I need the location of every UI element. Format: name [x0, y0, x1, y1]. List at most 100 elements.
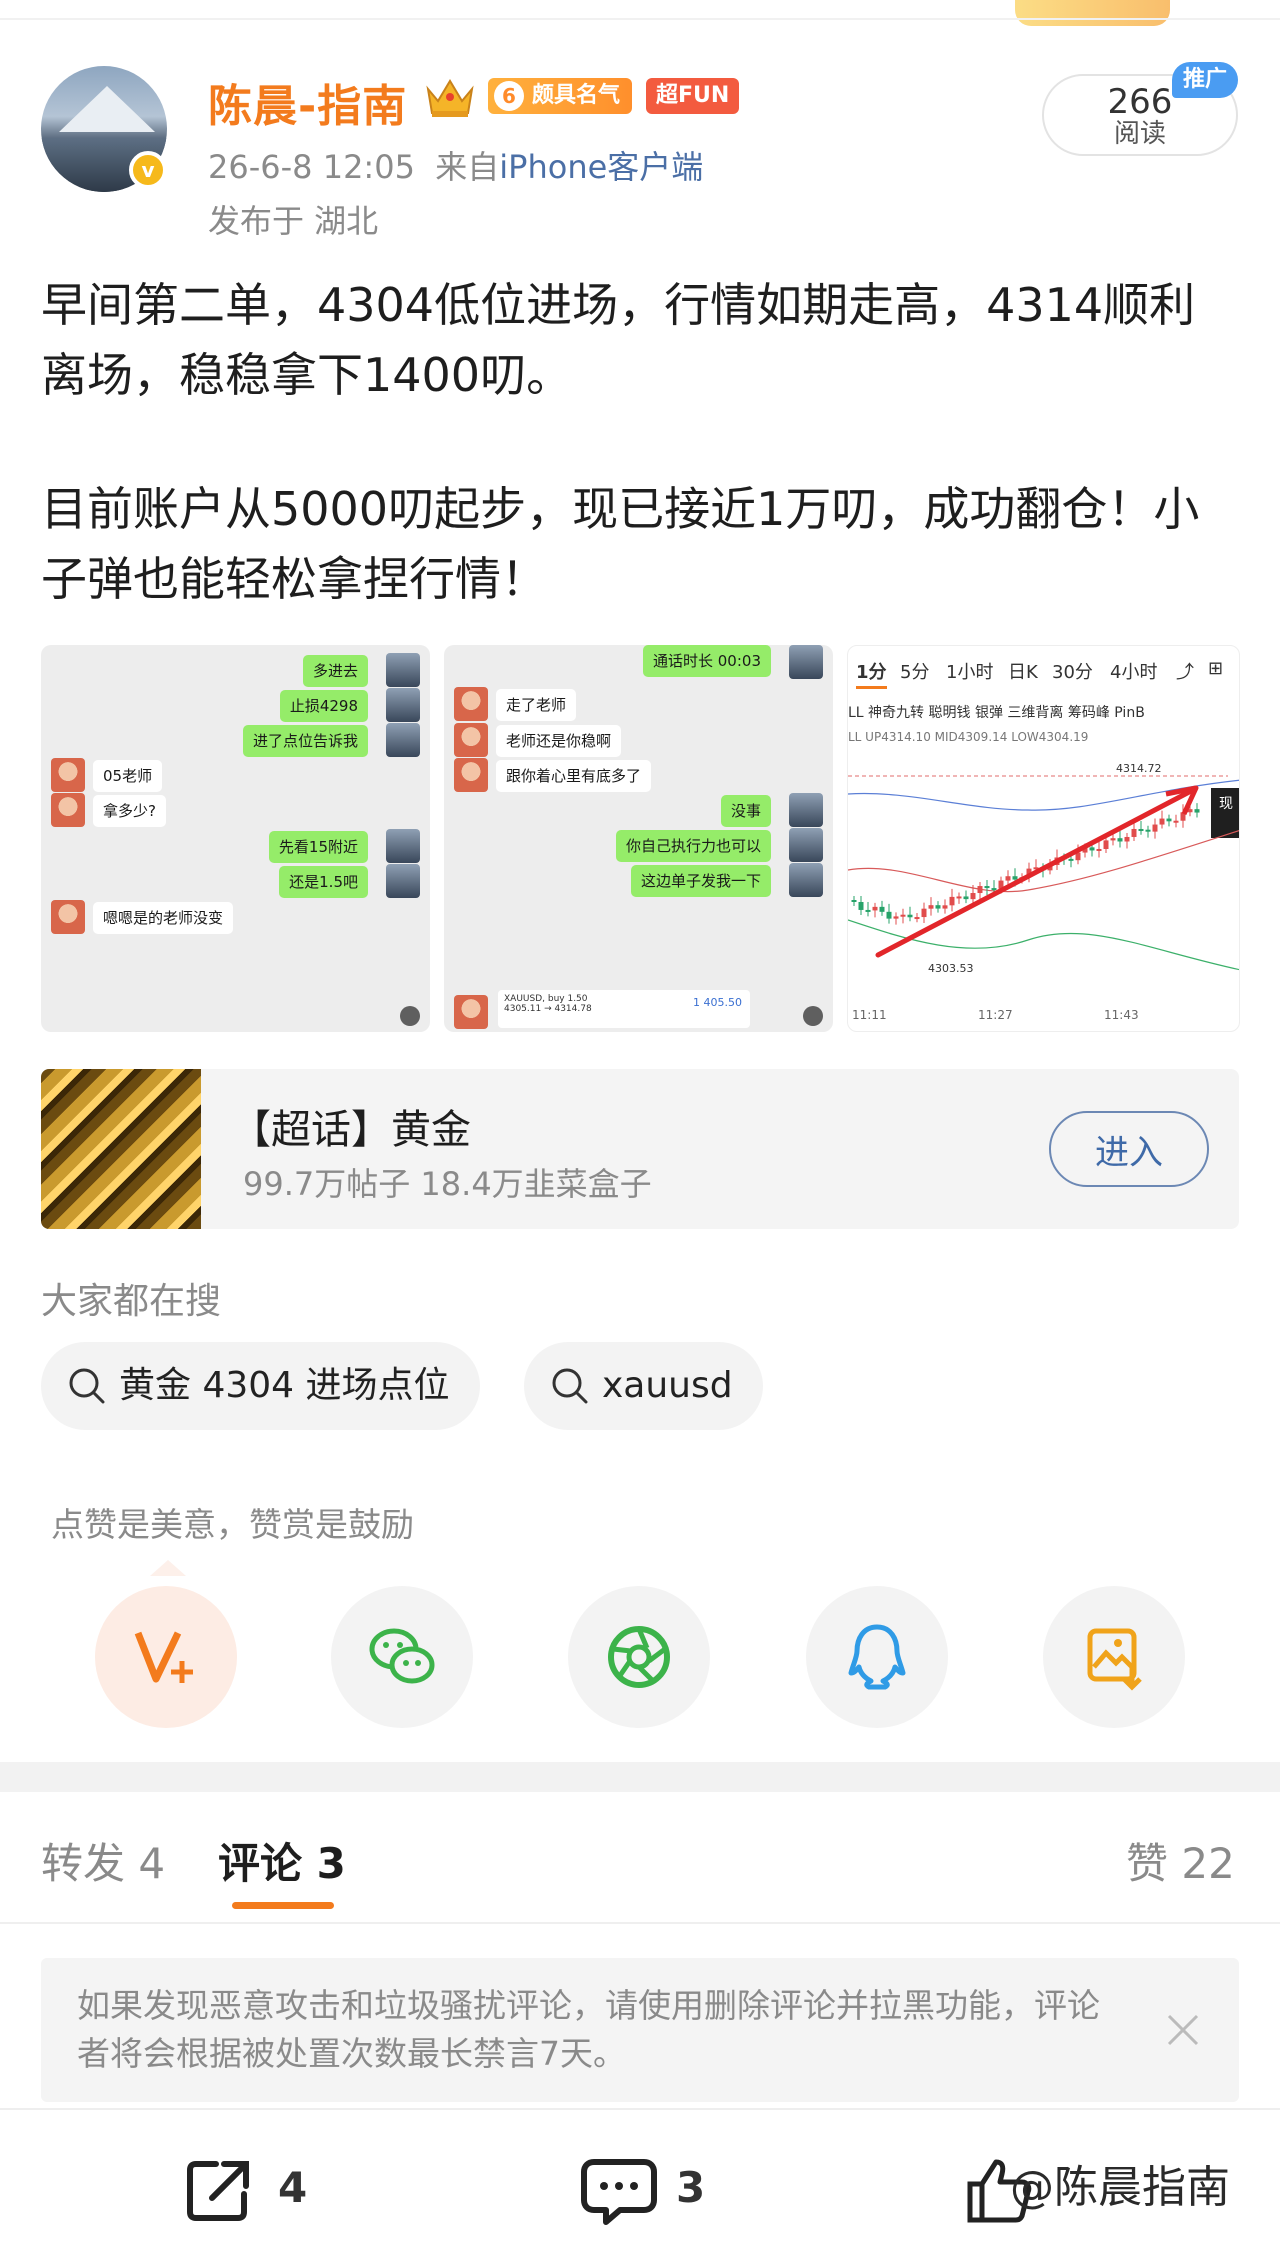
- low-price-label: 4303.53: [928, 962, 974, 975]
- save-image-button[interactable]: [1043, 1586, 1185, 1728]
- comment-count: 3: [676, 2163, 706, 2212]
- candle-body: [872, 906, 878, 911]
- post-image-1[interactable]: 多进去 止损4298 进了点位告诉我 05老师 拿多少? 先看15附近 还是1.…: [41, 645, 430, 1032]
- level-number: 6: [494, 81, 524, 111]
- supertopic-title: 【超话】黄金: [231, 1107, 471, 1153]
- chat-bubble: 还是1.5吧: [279, 866, 368, 898]
- candle-body: [949, 896, 955, 906]
- candle-body: [1159, 818, 1165, 825]
- candle-body: [886, 911, 892, 919]
- chat-avatar: [789, 645, 823, 679]
- tab-comment[interactable]: 评论 3: [218, 1830, 346, 1891]
- search-icon: [552, 1368, 588, 1404]
- side-label: 现: [1219, 796, 1233, 812]
- read-label: 阅读: [1113, 119, 1166, 149]
- active-tab-indicator: [232, 1902, 334, 1909]
- wechat-icon: [369, 1628, 435, 1684]
- post-body: 早间第二单，4304低位进场，行情如期走高，4314顺利离场，稳稳拿下1400叨…: [41, 270, 1241, 614]
- praise-text: 点赞是美意，赞赏是鼓励: [51, 1505, 414, 1544]
- chat-avatar: [51, 793, 85, 827]
- candle-body: [893, 916, 899, 919]
- candle-body: [935, 905, 941, 909]
- fun-badge[interactable]: 超FUN: [646, 78, 740, 114]
- vplus-button[interactable]: [95, 1586, 237, 1728]
- chart-tab: 5分: [900, 662, 930, 683]
- draw-icon: ⤴: [1176, 662, 1194, 683]
- chat-avatar: [386, 723, 420, 757]
- chat-avatar: [386, 829, 420, 863]
- chat-bubble: 老师还是你稳啊: [496, 725, 622, 757]
- candle-body: [1117, 838, 1123, 842]
- candle-body: [851, 900, 857, 902]
- bottom-bar-divider: [0, 2108, 1280, 2110]
- chat-avatar: [454, 995, 488, 1029]
- chat-bubble: 跟你着心里有底多了: [496, 760, 652, 792]
- qq-share-button[interactable]: [806, 1586, 948, 1728]
- trend-arrow: [875, 787, 1196, 958]
- source-prefix: 来自: [435, 148, 500, 186]
- post-image-3[interactable]: 1分 5分 1小时 日K 30分 4小时 ⤴ ⊞ LL 神奇九转 聪明钱 银弹 …: [847, 645, 1240, 1032]
- candle-body: [1131, 828, 1137, 837]
- candle-body: [907, 914, 913, 918]
- close-icon[interactable]: [1163, 2010, 1203, 2050]
- repost-count: 4: [278, 2163, 308, 2212]
- vplus-icon: [134, 1631, 193, 1683]
- candle-body: [1110, 838, 1116, 841]
- candle-body: [956, 896, 962, 899]
- chat-avatar: [454, 758, 488, 792]
- chart-indicators: LL 神奇九转 聪明钱 银弹 三维背离 筹码峰 PinB: [848, 705, 1145, 721]
- praise-pointer: [150, 1560, 186, 1576]
- chart-tab: 日K: [1008, 662, 1038, 683]
- enter-button[interactable]: 进入: [1049, 1111, 1209, 1187]
- username[interactable]: 陈晨-指南: [208, 70, 407, 134]
- comment-button[interactable]: 3: [580, 2152, 706, 2225]
- chat-bubble: 没事: [720, 795, 771, 827]
- candle-body: [858, 902, 864, 910]
- tabs-divider: [0, 1922, 1280, 1924]
- tab-like[interactable]: 赞 22: [1126, 1830, 1235, 1891]
- chat-bubble: 拿多少?: [93, 795, 166, 827]
- image-corner-icon: [803, 1006, 823, 1026]
- chart-x-label: 11:27: [978, 1008, 1013, 1022]
- post-location: 发布于 湖北: [208, 202, 379, 240]
- search-chip[interactable]: 黄金 4304 进场点位: [41, 1342, 480, 1430]
- watermark: @陈晨指南: [1010, 2162, 1230, 2213]
- promo-tag[interactable]: 推广: [1172, 62, 1238, 98]
- comment-notice: 如果发现恶意攻击和垃圾骚扰评论，请使用删除评论并拉黑功能，评论者将会根据被处置次…: [41, 1958, 1239, 2102]
- moments-share-button[interactable]: [568, 1586, 710, 1728]
- candle-body: [970, 893, 976, 900]
- wechat-share-button[interactable]: [331, 1586, 473, 1728]
- candle-body: [1005, 876, 1011, 881]
- supertopic-card[interactable]: 【超话】黄金 99.7万帖子 18.4万韭菜盒子 进入: [41, 1069, 1239, 1229]
- candle-body: [977, 886, 983, 894]
- chat-bubble: 多进去: [302, 655, 368, 687]
- trade-card: XAUUSD, buy 1.50 4305.11 → 4314.78 1 405…: [498, 990, 750, 1028]
- candle-body: [1194, 809, 1200, 813]
- chat-avatar: [51, 758, 85, 792]
- comment-notice-text: 如果发现恶意攻击和垃圾骚扰评论，请使用删除评论并拉黑功能，评论者将会根据被处置次…: [77, 1986, 1100, 2073]
- chat-avatar: [386, 688, 420, 722]
- chat-avatar: [454, 723, 488, 757]
- chart-bands-readout: LL UP4314.10 MID4309.14 LOW4304.19: [848, 730, 1089, 744]
- candle-body: [928, 905, 934, 909]
- search-chip[interactable]: xauusd: [524, 1342, 763, 1430]
- chat-avatar: [454, 687, 488, 721]
- chart-tab: 1分: [856, 658, 887, 689]
- candle-body: [1145, 829, 1151, 832]
- level-badge[interactable]: 6 颇具名气: [488, 78, 633, 114]
- candle-body: [1166, 818, 1172, 822]
- gold-bars-image: [41, 1069, 201, 1229]
- candle-body: [1012, 876, 1018, 880]
- chart-tab: 30分: [1052, 662, 1093, 683]
- search-icon: [69, 1368, 105, 1404]
- verified-icon: v: [129, 151, 167, 189]
- comment-bubble-icon: [581, 2159, 657, 2225]
- tab-repost[interactable]: 转发 4: [41, 1830, 165, 1891]
- high-price-label: 4314.72: [1116, 762, 1162, 775]
- chat-bubble: 先看15附近: [268, 831, 368, 863]
- source-link[interactable]: iPhone客户端: [499, 148, 703, 186]
- candle-body: [1124, 836, 1130, 842]
- repost-button[interactable]: 4: [182, 2152, 307, 2224]
- chat-bubble: 止损4298: [279, 690, 368, 722]
- post-image-2[interactable]: 通话时长 00:03 走了老师 老师还是你稳啊 跟你着心里有底多了 没事 你自己…: [444, 645, 833, 1032]
